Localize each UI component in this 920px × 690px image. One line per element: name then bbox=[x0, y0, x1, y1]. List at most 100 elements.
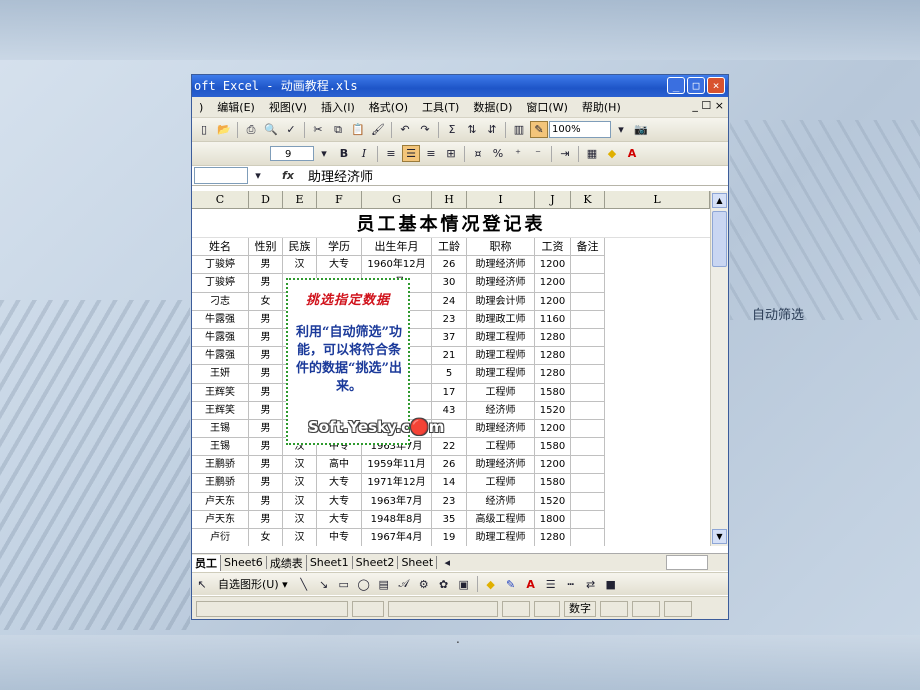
cell-education[interactable]: 高中 bbox=[317, 456, 362, 475]
cell-seniority[interactable]: 24 bbox=[432, 292, 467, 311]
open-icon[interactable]: 📂 bbox=[215, 121, 233, 138]
workbook-window-controls[interactable]: _ ☐ × bbox=[692, 99, 724, 112]
cell-gender[interactable]: 男 bbox=[249, 328, 283, 348]
header-cell-title[interactable]: 职称 bbox=[467, 238, 535, 257]
cell-birth[interactable]: 1948年8月 bbox=[362, 510, 432, 529]
cell-salary[interactable]: 1200 bbox=[535, 256, 571, 275]
undo-icon[interactable]: ↶ bbox=[396, 121, 414, 138]
autoshapes-menu[interactable]: 自选图形(U) ▾ bbox=[218, 576, 288, 592]
cell-gender[interactable]: 男 bbox=[249, 401, 283, 420]
shadow-icon[interactable]: ■ bbox=[602, 576, 620, 593]
cell-title[interactable]: 助理工程师 bbox=[467, 365, 535, 384]
autosum-icon[interactable]: Σ bbox=[443, 121, 461, 138]
cell-seniority[interactable]: 17 bbox=[432, 383, 467, 402]
redo-icon[interactable]: ↷ bbox=[416, 121, 434, 138]
sort-ascending-icon[interactable]: ⇅ bbox=[463, 121, 481, 138]
cell-name[interactable]: 王鹏骄 bbox=[192, 474, 249, 493]
cell-education[interactable]: 大专 bbox=[317, 492, 362, 511]
cell-gender[interactable]: 男 bbox=[249, 383, 283, 402]
cell-remarks[interactable] bbox=[571, 510, 605, 529]
cell-education[interactable]: 大专 bbox=[317, 474, 362, 493]
tab-staff[interactable]: 员工 bbox=[192, 554, 221, 571]
column-header-j[interactable]: J bbox=[535, 191, 571, 208]
cell-salary[interactable]: 1200 bbox=[535, 456, 571, 475]
fill-color-icon[interactable]: ◆ bbox=[482, 576, 500, 593]
cell-title[interactable]: 助理经济师 bbox=[467, 274, 535, 293]
column-header-e[interactable]: E bbox=[283, 191, 317, 208]
borders-icon[interactable]: ▦ bbox=[583, 145, 601, 162]
cell-salary[interactable]: 1280 bbox=[535, 328, 571, 348]
cell-name[interactable]: 牛露强 bbox=[192, 347, 249, 366]
cell-name[interactable]: 牛露强 bbox=[192, 310, 249, 329]
tab-scroll-left-icon[interactable]: ◂ bbox=[438, 554, 456, 571]
cell-salary[interactable]: 1200 bbox=[535, 292, 571, 311]
column-header-h[interactable]: H bbox=[432, 191, 467, 208]
rectangle-icon[interactable]: ▭ bbox=[335, 576, 353, 593]
cell-name[interactable]: 卢天东 bbox=[192, 510, 249, 529]
cell-salary[interactable]: 1520 bbox=[535, 492, 571, 511]
cell-title[interactable]: 经济师 bbox=[467, 492, 535, 511]
menu-item-file-partial[interactable]: ) bbox=[192, 101, 210, 114]
cell-gender[interactable]: 男 bbox=[249, 310, 283, 329]
merge-center-icon[interactable]: ⊞ bbox=[442, 145, 460, 162]
cell-seniority[interactable]: 35 bbox=[432, 510, 467, 529]
font-size-select[interactable]: 9 bbox=[270, 146, 314, 161]
cell-ethnicity[interactable]: 汉 bbox=[283, 492, 317, 511]
cell-birth[interactable]: 1967年4月 bbox=[362, 529, 432, 546]
column-header-i[interactable]: I bbox=[467, 191, 535, 208]
cell-title[interactable]: 助理经济师 bbox=[467, 256, 535, 275]
font-color-icon[interactable]: A bbox=[522, 576, 540, 593]
cell-name[interactable]: 卢天东 bbox=[192, 492, 249, 511]
cell-seniority[interactable]: 30 bbox=[432, 274, 467, 293]
tab-sheet2[interactable]: Sheet2 bbox=[353, 556, 399, 569]
cell-gender[interactable]: 男 bbox=[249, 256, 283, 275]
cell-title[interactable]: 助理工程师 bbox=[467, 347, 535, 366]
cell-gender[interactable]: 男 bbox=[249, 474, 283, 493]
header-cell-gender[interactable]: 性别 bbox=[249, 238, 283, 257]
cell-title[interactable]: 高级工程师 bbox=[467, 510, 535, 529]
header-cell-seniority[interactable]: 工龄 bbox=[432, 238, 467, 257]
cell-salary[interactable]: 1280 bbox=[535, 365, 571, 384]
fill-color-icon[interactable]: ◆ bbox=[603, 145, 621, 162]
cell-ethnicity[interactable]: 汉 bbox=[283, 474, 317, 493]
cell-title[interactable]: 工程师 bbox=[467, 474, 535, 493]
cell-gender[interactable]: 男 bbox=[249, 347, 283, 366]
diagram-icon[interactable]: ⚙ bbox=[415, 576, 433, 593]
cell-remarks[interactable] bbox=[571, 456, 605, 475]
italic-button[interactable]: I bbox=[355, 145, 373, 162]
cell-remarks[interactable] bbox=[571, 256, 605, 275]
cell-remarks[interactable] bbox=[571, 492, 605, 511]
oval-icon[interactable]: ◯ bbox=[355, 576, 373, 593]
cell-name[interactable]: 王妍 bbox=[192, 365, 249, 384]
font-color-icon[interactable]: A bbox=[623, 145, 641, 162]
cell-birth[interactable]: 1959年11月 bbox=[362, 456, 432, 475]
currency-icon[interactable]: ¤ bbox=[469, 145, 487, 162]
name-box[interactable] bbox=[194, 167, 248, 184]
cell-name[interactable]: 王鹏骄 bbox=[192, 456, 249, 475]
header-cell-education[interactable]: 学历 bbox=[317, 238, 362, 257]
menu-item-window[interactable]: 窗口(W) bbox=[519, 99, 574, 115]
cell-name[interactable]: 王辉笑 bbox=[192, 383, 249, 402]
bold-button[interactable]: B bbox=[335, 145, 353, 162]
tab-sheet6[interactable]: Sheet6 bbox=[221, 556, 267, 569]
cell-salary[interactable]: 1200 bbox=[535, 419, 571, 439]
cell-education[interactable]: 中专 bbox=[317, 529, 362, 546]
textbox-icon[interactable]: ▤ bbox=[375, 576, 393, 593]
print-icon[interactable]: ⎙ bbox=[242, 121, 260, 138]
cell-remarks[interactable] bbox=[571, 310, 605, 329]
cell-ethnicity[interactable]: 汉 bbox=[283, 256, 317, 275]
cell-remarks[interactable] bbox=[571, 383, 605, 402]
cell-remarks[interactable] bbox=[571, 401, 605, 420]
cell-seniority[interactable]: 21 bbox=[432, 347, 467, 366]
cell-seniority[interactable]: 14 bbox=[432, 474, 467, 493]
column-header-l[interactable]: L bbox=[605, 191, 710, 208]
cell-gender[interactable]: 男 bbox=[249, 438, 283, 457]
sheet-title[interactable]: 员工基本情况登记表 bbox=[192, 209, 710, 238]
menu-item-help[interactable]: 帮助(H) bbox=[575, 99, 628, 115]
header-cell-ethnicity[interactable]: 民族 bbox=[283, 238, 317, 257]
cell-salary[interactable]: 1280 bbox=[535, 529, 571, 546]
wordart-icon[interactable]: 𝒜 bbox=[395, 576, 413, 593]
vertical-scrollbar[interactable]: ▲ ▼ bbox=[710, 191, 728, 546]
worksheet-grid[interactable]: C D E F G H I J K L 员工基本情况登记表 姓名 性别 民族 学… bbox=[192, 191, 710, 546]
cell-gender[interactable]: 女 bbox=[249, 529, 283, 546]
